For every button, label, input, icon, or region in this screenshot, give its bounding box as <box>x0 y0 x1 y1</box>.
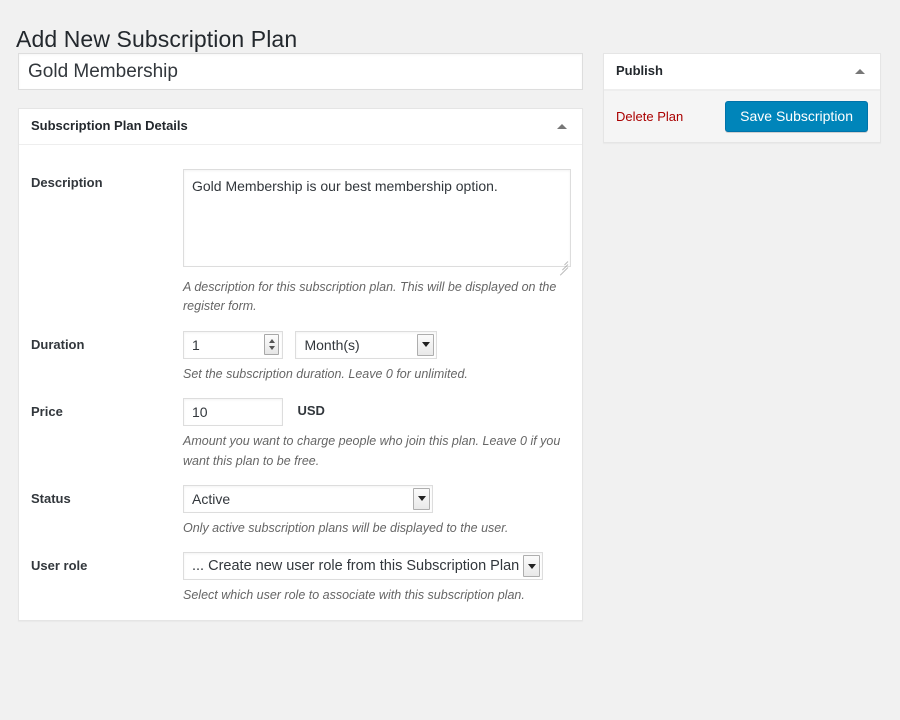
status-select[interactable]: Active <box>183 485 433 513</box>
side-column: Publish Delete Plan Save Subscription <box>603 53 881 143</box>
duration-unit-select[interactable]: Month(s) <box>295 331 437 359</box>
status-help-text: Only active subscription plans will be d… <box>183 519 570 538</box>
price-input[interactable] <box>183 398 283 426</box>
price-help-text: Amount you want to charge people who joi… <box>183 432 570 471</box>
chevron-up-icon[interactable] <box>552 117 572 137</box>
field-row-price: Price USD Amount you want to charge peop… <box>31 384 570 471</box>
description-textarea[interactable] <box>183 169 571 267</box>
price-label: Price <box>31 398 183 421</box>
status-value: Active <box>184 486 432 513</box>
field-row-user-role: User role ... Create new user role from … <box>31 538 570 605</box>
chevron-down-icon[interactable] <box>523 555 540 577</box>
publish-panel-body: Delete Plan Save Subscription <box>604 90 880 142</box>
user-role-value: ... Create new user role from this Subsc… <box>184 553 542 580</box>
field-row-duration: Duration Month(s) <box>31 317 570 384</box>
duration-stepper-wrapper <box>183 331 283 359</box>
duration-label: Duration <box>31 331 183 354</box>
chevron-down-icon[interactable] <box>417 334 434 356</box>
duration-help-text: Set the subscription duration. Leave 0 f… <box>183 365 570 384</box>
details-panel-heading: Subscription Plan Details <box>31 117 188 135</box>
price-currency-label: USD <box>297 398 324 418</box>
field-row-description: Description A description for this subsc… <box>31 155 570 317</box>
admin-page: Add New Subscription Plan Subscription P… <box>0 0 900 720</box>
number-spinner-icon[interactable] <box>264 334 279 355</box>
publish-panel-header[interactable]: Publish <box>604 54 880 90</box>
chevron-up-icon[interactable] <box>850 62 870 82</box>
duration-unit-value: Month(s) <box>296 332 436 359</box>
delete-plan-link[interactable]: Delete Plan <box>616 109 683 124</box>
description-help-text: A description for this subscription plan… <box>183 278 570 317</box>
save-subscription-button[interactable]: Save Subscription <box>725 101 868 132</box>
user-role-label: User role <box>31 552 183 575</box>
subscription-plan-details-panel: Subscription Plan Details Description <box>18 108 583 621</box>
publish-panel-heading: Publish <box>616 62 663 80</box>
details-panel-body: Description A description for this subsc… <box>19 145 582 620</box>
chevron-down-icon[interactable] <box>413 488 430 510</box>
description-textarea-wrapper <box>183 169 571 272</box>
publish-panel: Publish Delete Plan Save Subscription <box>603 53 881 143</box>
status-label: Status <box>31 485 183 508</box>
description-label: Description <box>31 169 183 192</box>
plan-title-input[interactable] <box>18 53 583 90</box>
page-title: Add New Subscription Plan <box>16 25 297 54</box>
main-column: Subscription Plan Details Description <box>18 53 583 621</box>
user-role-help-text: Select which user role to associate with… <box>183 586 570 605</box>
user-role-select[interactable]: ... Create new user role from this Subsc… <box>183 552 543 580</box>
details-panel-header[interactable]: Subscription Plan Details <box>19 109 582 145</box>
field-row-status: Status Active Only active subscription p… <box>31 471 570 538</box>
